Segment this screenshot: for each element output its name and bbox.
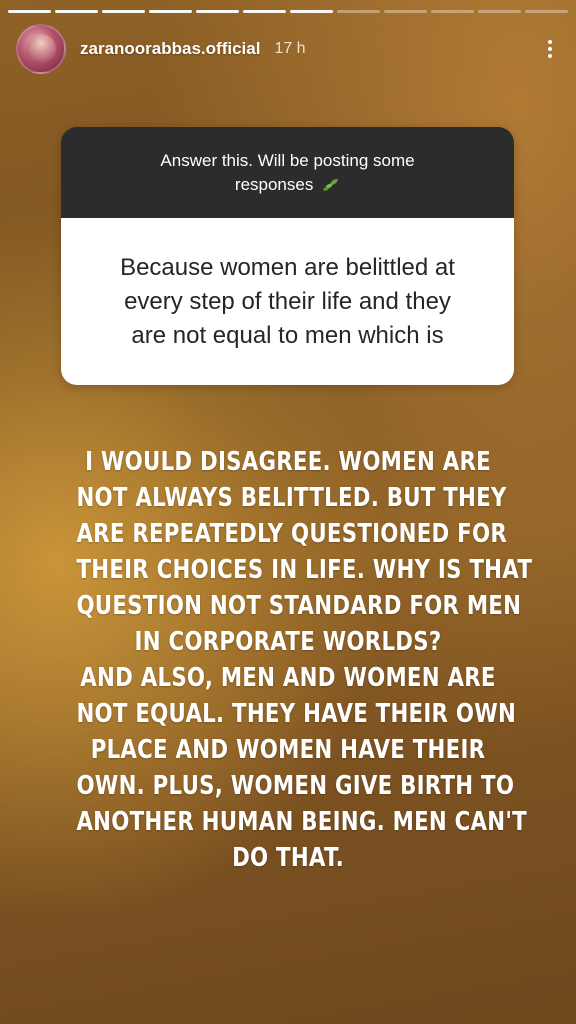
leaf-icon (323, 178, 339, 191)
post-time: 17 h (274, 40, 306, 57)
reply-text: I WOULD DISAGREE. WOMEN ARE NOT ALWAYS B… (76, 444, 533, 876)
progress-segment (525, 10, 568, 13)
progress-segment (102, 10, 145, 13)
progress-segment (196, 10, 239, 13)
reply-line: IN CORPORATE WORLDS? (134, 627, 442, 657)
reply-line: I WOULD DISAGREE. WOMEN ARE (85, 447, 491, 477)
reply-line: AND ALSO, MEN AND WOMEN ARE (80, 663, 496, 693)
reply-line: PLACE AND WOMEN HAVE THEIR (90, 735, 486, 765)
question-prompt: Answer this. Will be posting some respon… (61, 127, 514, 218)
question-sticker: Answer this. Will be posting some respon… (61, 127, 514, 385)
progress-segment (384, 10, 427, 13)
progress-segment (149, 10, 192, 13)
question-response: Because women are belittled at every ste… (61, 218, 514, 385)
reply-line: OWN. PLUS, WOMEN GIVE BIRTH TO (76, 771, 515, 801)
reply-line: NOT EQUAL. THEY HAVE THEIR OWN (76, 699, 517, 729)
avatar-image (26, 34, 56, 64)
story-progress-bar (8, 10, 568, 13)
reply-line: THEIR CHOICES IN LIFE. WHY IS THAT (76, 555, 533, 585)
prompt-line-2-wrap: responses (235, 173, 340, 197)
prompt-line-2: responses (234, 174, 314, 194)
response-line: Because women are belittled at (120, 253, 455, 281)
prompt-line-1: Answer this. Will be posting some (160, 150, 415, 170)
response-line: are not equal to men which is (131, 321, 444, 349)
progress-segment (290, 10, 333, 13)
progress-segment (478, 10, 521, 13)
response-text: Because women are belittled at every ste… (120, 251, 455, 353)
more-vertical-icon[interactable] (540, 34, 560, 64)
reply-line: ARE REPEATEDLY QUESTIONED FOR (76, 519, 508, 549)
reply-line: ANOTHER HUMAN BEING. MEN CAN'T (76, 807, 527, 837)
reply-line: DO THAT. (232, 843, 344, 873)
reply-line: NOT ALWAYS BELITTLED. BUT THEY (76, 483, 507, 513)
reply-line: QUESTION NOT STANDARD FOR MEN (76, 591, 522, 621)
story-header: zaranoorabbas.official 17 h (16, 24, 560, 74)
avatar[interactable] (16, 24, 66, 74)
username[interactable]: zaranoorabbas.official (80, 39, 260, 59)
progress-segment (431, 10, 474, 13)
progress-segment (243, 10, 286, 13)
progress-segment (55, 10, 98, 13)
response-line: every step of their life and they (124, 287, 451, 315)
progress-segment (8, 10, 51, 13)
progress-segment (337, 10, 380, 13)
